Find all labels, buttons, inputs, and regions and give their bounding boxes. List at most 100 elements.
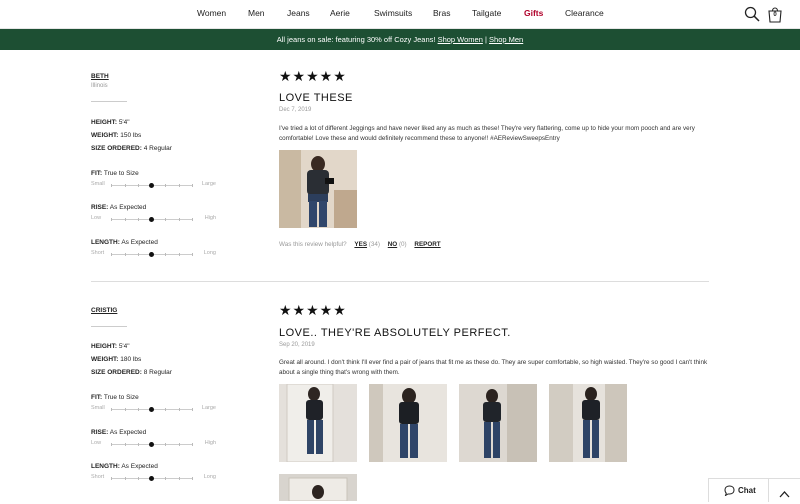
review-date: Dec 7, 2019: [279, 107, 312, 113]
rise-rating: RISE: As Expected: [91, 204, 147, 211]
nav-women[interactable]: Women: [197, 8, 226, 18]
scroll-top-button[interactable]: [768, 478, 800, 502]
rise-scale: Low High: [91, 440, 216, 448]
scale-track: [111, 183, 193, 188]
banner-text: All jeans on sale: featuring 30% off Coz…: [276, 35, 436, 44]
scale-tick: [138, 443, 139, 446]
review-photo[interactable]: [279, 474, 357, 501]
scale-tick: [179, 184, 180, 187]
fit-scale: Small Large: [91, 181, 216, 189]
nav-gifts[interactable]: Gifts: [524, 8, 543, 18]
rise-scale-high: High: [204, 440, 216, 446]
scale-tick: [192, 443, 193, 446]
size-spec: SIZE ORDERED: 8 Regular: [91, 369, 172, 376]
scale-tick: [125, 477, 126, 480]
helpful-yes-count: (34): [368, 241, 380, 248]
length-rating: LENGTH: As Expected: [91, 239, 158, 246]
helpful-yes-button[interactable]: YES: [354, 241, 367, 248]
scale-tick: [179, 408, 180, 411]
rise-rating: RISE: As Expected: [91, 429, 147, 436]
shop-women-link[interactable]: Shop Women: [438, 35, 483, 44]
fit-scale-low: Small: [91, 405, 105, 411]
fit-scale-high: Large: [201, 405, 216, 411]
scale-tick: [125, 408, 126, 411]
review-body: Great all around. I don't think I'll eve…: [279, 359, 708, 376]
scale-track: [111, 407, 193, 412]
scale-tick: [138, 408, 139, 411]
length-scale-low: Short: [91, 250, 105, 256]
star-rating: ★★★★★: [279, 302, 347, 318]
star-rating: ★★★★★: [279, 68, 347, 84]
review-photo[interactable]: [279, 384, 357, 462]
review-date: Sep 20, 2019: [279, 342, 315, 348]
scale-tick: [125, 184, 126, 187]
scale-track: [111, 252, 193, 257]
length-scale: Short Long: [91, 474, 216, 482]
rise-scale-low: Low: [91, 440, 102, 446]
scale-tick: [165, 218, 166, 221]
helpful-row: Was this review helpful? YES (34) NO (0)…: [279, 241, 441, 248]
scale-tick: [179, 218, 180, 221]
rise-scale: Low High: [91, 215, 216, 223]
scale-indicator: [149, 183, 154, 188]
review-divider: [91, 281, 709, 282]
scale-indicator: [149, 442, 154, 447]
height-spec: HEIGHT: 5'4": [91, 343, 130, 350]
banner-separator: |: [484, 35, 487, 44]
rise-scale-low: Low: [91, 215, 102, 221]
chat-button[interactable]: Chat: [708, 478, 770, 502]
fit-scale-low: Small: [91, 181, 105, 187]
report-button[interactable]: REPORT: [414, 241, 440, 248]
scale-tick: [179, 477, 180, 480]
shop-men-link[interactable]: Shop Men: [489, 35, 523, 44]
scale-tick: [165, 443, 166, 446]
review-photo[interactable]: [549, 384, 627, 462]
reviewer-name[interactable]: BETH: [91, 73, 109, 80]
scale-tick: [111, 443, 112, 446]
reviewer-location: Illinois: [91, 83, 108, 89]
helpful-no-button[interactable]: NO: [388, 241, 397, 248]
review-title: LOVE THESE: [279, 92, 353, 104]
shopping-bag-icon[interactable]: 0: [766, 5, 784, 23]
length-scale-high: Long: [203, 250, 216, 256]
size-spec: SIZE ORDERED: 4 Regular: [91, 145, 172, 152]
search-icon[interactable]: [743, 5, 761, 23]
helpful-prompt: Was this review helpful?: [279, 241, 347, 248]
chat-bubble-icon: [724, 485, 735, 498]
height-spec: HEIGHT: 5'4": [91, 119, 130, 126]
nav-aerie[interactable]: Aerie: [330, 8, 350, 18]
rise-scale-high: High: [204, 215, 216, 221]
review-photo[interactable]: [459, 384, 537, 462]
fit-rating: FIT: True to Size: [91, 394, 139, 401]
length-scale-high: Long: [203, 474, 216, 480]
scale-tick: [192, 218, 193, 221]
scale-tick: [125, 443, 126, 446]
review-photo[interactable]: [369, 384, 447, 462]
scale-tick: [111, 408, 112, 411]
scale-tick: [111, 477, 112, 480]
scale-tick: [192, 253, 193, 256]
nav-bras[interactable]: Bras: [433, 8, 450, 18]
nav-clearance[interactable]: Clearance: [565, 8, 604, 18]
review-title: LOVE.. THEY'RE ABSOLUTELY PERFECT.: [279, 327, 511, 339]
scale-tick: [165, 184, 166, 187]
scale-tick: [192, 408, 193, 411]
review-photo[interactable]: [279, 150, 357, 228]
nav-tailgate[interactable]: Tailgate: [472, 8, 501, 18]
length-scale: Short Long: [91, 250, 216, 258]
scale-tick: [179, 253, 180, 256]
divider: [91, 101, 127, 102]
nav-men[interactable]: Men: [248, 8, 265, 18]
nav-jeans[interactable]: Jeans: [287, 8, 310, 18]
fit-scale-high: Large: [201, 181, 216, 187]
scale-tick: [165, 477, 166, 480]
helpful-no-count: (0): [398, 241, 407, 248]
scale-indicator: [149, 407, 154, 412]
scale-track: [111, 476, 193, 481]
top-navigation: Women Men Jeans Aerie Swimsuits Bras Tai…: [0, 0, 800, 29]
scale-indicator: [149, 252, 154, 257]
reviewer-name[interactable]: CRISTIG: [91, 307, 117, 314]
weight-spec: WEIGHT: 150 lbs: [91, 132, 142, 139]
nav-swimsuits[interactable]: Swimsuits: [374, 8, 412, 18]
fit-scale: Small Large: [91, 405, 216, 413]
